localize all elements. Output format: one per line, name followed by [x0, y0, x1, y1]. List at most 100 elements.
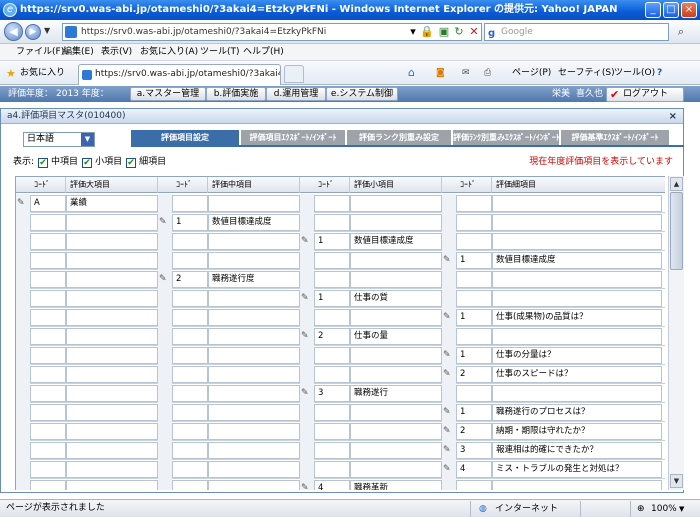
code-cell[interactable]	[456, 233, 492, 250]
code-cell[interactable]	[172, 309, 208, 326]
language-select[interactable]: 日本語 ▼	[23, 132, 95, 147]
name-cell[interactable]	[66, 290, 158, 307]
edit-pencil-icon[interactable]: ✎	[159, 216, 171, 228]
name-cell[interactable]: 職務遂行のプロセスは？	[492, 404, 662, 421]
page-menu[interactable]: ページ(P)	[512, 65, 551, 81]
name-cell[interactable]	[208, 347, 300, 364]
name-cell[interactable]	[492, 271, 662, 288]
name-cell[interactable]	[492, 328, 662, 345]
checkbox-small[interactable]: ✔	[82, 158, 93, 168]
checkbox-middle[interactable]: ✔	[38, 158, 49, 168]
code-cell[interactable]	[456, 195, 492, 212]
name-cell[interactable]: 業績	[66, 195, 158, 212]
name-cell[interactable]	[208, 442, 300, 459]
name-cell[interactable]	[492, 195, 662, 212]
code-cell[interactable]: 4	[314, 480, 350, 490]
name-cell[interactable]: 数値目標達成度	[208, 214, 300, 231]
menu-view[interactable]: 表示(V)	[101, 44, 132, 61]
code-cell[interactable]	[30, 385, 66, 402]
lock-icon[interactable]: 🔒	[420, 25, 434, 39]
print-icon[interactable]: ⎙	[484, 65, 491, 81]
name-cell[interactable]: 数値目標達成度	[492, 252, 662, 269]
code-cell[interactable]	[172, 461, 208, 478]
code-cell[interactable]: 4	[456, 461, 492, 478]
zoom-segment[interactable]: ⊕ 100% ▼	[630, 501, 700, 517]
edit-pencil-icon[interactable]: ✎	[443, 311, 455, 323]
code-cell[interactable]	[172, 252, 208, 269]
code-cell[interactable]	[314, 195, 350, 212]
name-cell[interactable]	[208, 423, 300, 440]
name-cell[interactable]	[350, 461, 442, 478]
code-cell[interactable]	[30, 271, 66, 288]
name-cell[interactable]	[66, 404, 158, 421]
recent-pages-dropdown[interactable]: ▼	[44, 26, 50, 35]
checkbox-detail[interactable]: ✔	[126, 158, 137, 168]
menu-help[interactable]: ヘルプ(H)	[243, 44, 284, 61]
code-cell[interactable]	[172, 366, 208, 383]
name-cell[interactable]	[66, 442, 158, 459]
edit-pencil-icon[interactable]: ✎	[443, 406, 455, 418]
favorites-button[interactable]: お気に入り	[20, 65, 65, 81]
back-button[interactable]: ◀	[4, 22, 23, 41]
refresh-icon[interactable]: ↻	[452, 25, 466, 39]
edit-pencil-icon[interactable]: ✎	[301, 292, 313, 304]
code-cell[interactable]	[30, 347, 66, 364]
edit-pencil-icon[interactable]: ✎	[301, 387, 313, 399]
edit-pencil-icon[interactable]: ✎	[443, 368, 455, 380]
code-cell[interactable]: 3	[314, 385, 350, 402]
code-cell[interactable]: A	[30, 195, 66, 212]
name-cell[interactable]	[350, 442, 442, 459]
name-cell[interactable]	[208, 309, 300, 326]
code-cell[interactable]	[314, 404, 350, 421]
name-cell[interactable]	[66, 214, 158, 231]
code-cell[interactable]	[314, 252, 350, 269]
name-cell[interactable]	[66, 423, 158, 440]
code-cell[interactable]	[30, 214, 66, 231]
code-cell[interactable]	[30, 423, 66, 440]
code-cell[interactable]	[30, 290, 66, 307]
code-cell[interactable]: 3	[456, 442, 492, 459]
code-cell[interactable]	[30, 233, 66, 250]
code-cell[interactable]	[314, 366, 350, 383]
edit-pencil-icon[interactable]: ✎	[301, 235, 313, 247]
name-cell[interactable]: 職務革新	[350, 480, 442, 490]
code-cell[interactable]	[456, 480, 492, 490]
code-cell[interactable]	[172, 480, 208, 490]
code-cell[interactable]	[30, 404, 66, 421]
edit-pencil-icon[interactable]: ✎	[301, 482, 313, 490]
name-cell[interactable]	[208, 461, 300, 478]
name-cell[interactable]: 職務遂行度	[208, 271, 300, 288]
code-cell[interactable]	[314, 423, 350, 440]
code-cell[interactable]	[456, 290, 492, 307]
name-cell[interactable]: 数値目標達成度	[350, 233, 442, 250]
name-cell[interactable]	[208, 328, 300, 345]
name-cell[interactable]	[66, 461, 158, 478]
name-cell[interactable]	[350, 271, 442, 288]
name-cell[interactable]	[208, 233, 300, 250]
code-cell[interactable]	[314, 442, 350, 459]
name-cell[interactable]	[66, 366, 158, 383]
code-cell[interactable]	[456, 385, 492, 402]
code-cell[interactable]: 2	[456, 423, 492, 440]
code-cell[interactable]	[314, 461, 350, 478]
nav-operation-button[interactable]: d.運用管理	[266, 87, 326, 101]
edit-pencil-icon[interactable]: ✎	[443, 425, 455, 437]
name-cell[interactable]	[492, 480, 662, 490]
name-cell[interactable]	[66, 385, 158, 402]
code-cell[interactable]	[172, 195, 208, 212]
name-cell[interactable]	[66, 480, 158, 490]
nav-system-button[interactable]: e.システム制御	[326, 87, 398, 101]
edit-pencil-icon[interactable]: ✎	[301, 330, 313, 342]
vertical-scrollbar[interactable]: ▲ ▼	[668, 176, 684, 490]
code-cell[interactable]	[314, 214, 350, 231]
maximize-button[interactable]: □	[663, 2, 679, 18]
name-cell[interactable]	[492, 233, 662, 250]
name-cell[interactable]: 仕事のスピードは？	[492, 366, 662, 383]
code-cell[interactable]	[314, 309, 350, 326]
minimize-button[interactable]: _	[645, 2, 661, 18]
scroll-down-icon[interactable]: ▼	[670, 474, 683, 488]
compatibility-icon[interactable]: ▣	[437, 25, 451, 39]
name-cell[interactable]	[66, 271, 158, 288]
name-cell[interactable]	[492, 385, 662, 402]
name-cell[interactable]: 仕事(成果物)の品質は？	[492, 309, 662, 326]
